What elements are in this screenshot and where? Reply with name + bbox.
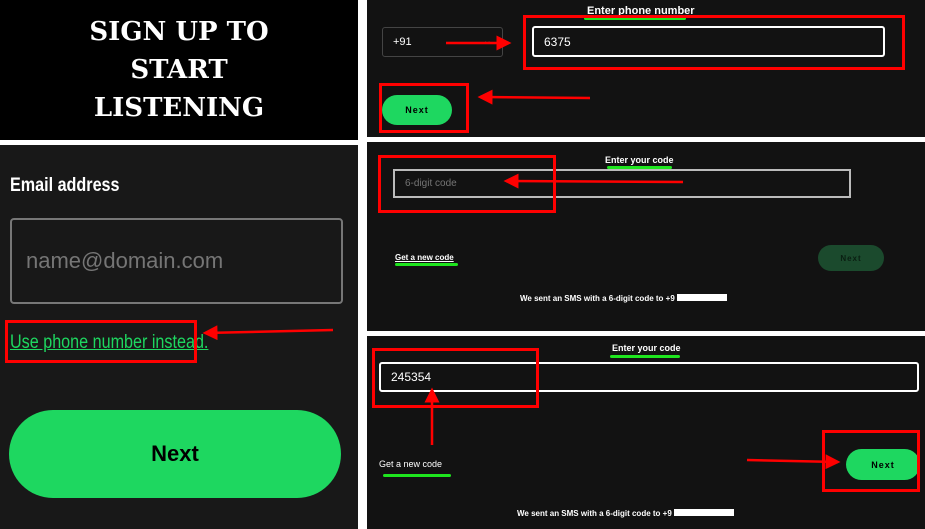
underline (610, 355, 680, 358)
highlight-phone-link (5, 320, 197, 363)
underline (383, 474, 451, 477)
code-heading: Enter your code (605, 155, 674, 165)
code-step-empty-panel: Enter your code Get a new code Next We s… (367, 142, 925, 331)
get-new-code-link[interactable]: Get a new code (395, 253, 454, 262)
redacted-number (676, 294, 727, 301)
email-next-button[interactable]: Next (9, 410, 341, 498)
title-banner: SIGN UP TO START LISTENING (0, 0, 358, 140)
email-input[interactable] (10, 218, 343, 304)
email-label: Email address (10, 175, 120, 196)
highlight-code-input (378, 155, 556, 213)
chevron-down-icon: ⌄ (482, 35, 492, 47)
country-code-select[interactable]: +91 ⌄ (382, 27, 503, 57)
phone-step-panel: Enter phone number +91 ⌄ 6375 Next (367, 0, 925, 137)
email-step-panel: Email address Use phone number instead. … (0, 145, 358, 529)
banner-text: SIGN UP TO START LISTENING (89, 17, 269, 123)
sms-notice: We sent an SMS with a 6-digit code to +9 (520, 294, 727, 303)
code-step-filled-panel: Enter your code 245354 Get a new code Ne… (367, 336, 925, 529)
get-new-code-link[interactable]: Get a new code (379, 459, 442, 469)
highlight-next (822, 430, 920, 492)
underline (395, 263, 458, 266)
highlight-phone-input (523, 15, 905, 70)
highlight-next (379, 83, 469, 133)
highlight-code-input (372, 348, 539, 408)
code-heading: Enter your code (612, 343, 681, 353)
sms-notice: We sent an SMS with a 6-digit code to +9 (517, 509, 734, 518)
country-code: +91 (393, 36, 412, 48)
code-next-button-disabled[interactable]: Next (818, 245, 884, 271)
redacted-number (673, 509, 734, 516)
